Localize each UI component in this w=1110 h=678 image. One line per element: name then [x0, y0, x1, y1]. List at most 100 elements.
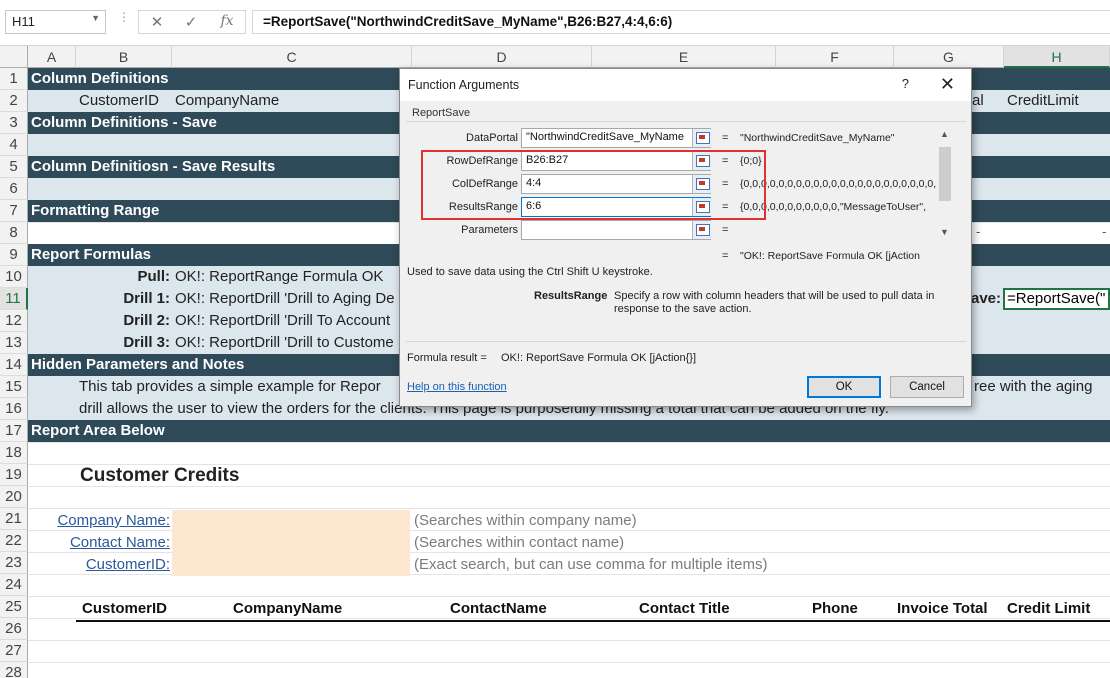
row-header[interactable]: 20	[0, 486, 28, 508]
formula-input[interactable]: =ReportSave("NorthwindCreditSave_MyName"…	[252, 10, 1110, 34]
overall-equals: =	[722, 250, 729, 262]
row-header[interactable]: 22	[0, 530, 28, 552]
cell-c13[interactable]: OK!: ReportDrill 'Drill to Custome	[175, 332, 394, 354]
row-header[interactable]: 15	[0, 376, 28, 398]
row-header[interactable]: 17	[0, 420, 28, 442]
arg-input-parameters[interactable]	[521, 220, 711, 240]
row-header[interactable]: 16	[0, 398, 28, 420]
row-header[interactable]: 7	[0, 200, 28, 222]
filter-hint-company: (Searches within company name)	[414, 512, 637, 529]
filter-hint-customerid: (Exact search, but can use comma for mul…	[414, 556, 768, 573]
row-header[interactable]: 10	[0, 266, 28, 288]
arg-result-coldefrange: {0,0,0,0,0,0,0,0,0,0,0,0,0,0,0,0,0,0,0,0…	[740, 178, 936, 190]
scrollbar-thumb[interactable]	[939, 147, 951, 201]
contact-name-input[interactable]	[172, 532, 410, 554]
cancel-button[interactable]: Cancel	[890, 376, 964, 398]
row-header[interactable]: 19	[0, 464, 28, 486]
dialog-separator	[406, 341, 966, 342]
row-header[interactable]: 25	[0, 596, 28, 618]
function-name: ReportSave	[412, 107, 471, 119]
arg-result-resultsrange: {0,0,0,0,0,0,0,0,0,0,0,"MessageToUser",	[740, 201, 927, 213]
name-box[interactable]: H11 ▼	[5, 10, 106, 34]
cell-b2[interactable]: CustomerID	[79, 90, 159, 112]
report-title: Customer Credits	[80, 465, 240, 486]
column-header-c[interactable]: C	[172, 46, 412, 68]
row-header[interactable]: 8	[0, 222, 28, 244]
row-header-selected[interactable]: 11	[0, 288, 28, 310]
help-icon[interactable]: ?	[902, 69, 909, 99]
active-cell-h11[interactable]: =ReportSave("	[1003, 288, 1110, 310]
column-header-h[interactable]: H	[1004, 46, 1110, 68]
row-header[interactable]: 21	[0, 508, 28, 530]
cancel-x-icon[interactable]: ✕	[145, 13, 169, 31]
row-header[interactable]: 14	[0, 354, 28, 376]
row-header[interactable]: 28	[0, 662, 28, 678]
cell-h8-dash: -	[1102, 224, 1107, 239]
collapse-range-icon[interactable]	[692, 129, 712, 147]
row-header[interactable]: 6	[0, 178, 28, 200]
select-all-corner[interactable]	[0, 46, 28, 68]
confirm-check-icon[interactable]: ✓	[179, 13, 203, 31]
column-header-e[interactable]: E	[592, 46, 776, 68]
note-line-1-tail[interactable]: ree with the aging	[974, 376, 1092, 398]
help-on-function-link[interactable]: Help on this function	[407, 381, 507, 393]
arg-label-parameters: Parameters	[461, 224, 518, 236]
report-header-credit-limit: Credit Limit	[1007, 600, 1091, 617]
report-header-phone: Phone	[812, 600, 858, 617]
collapse-range-icon[interactable]	[692, 221, 712, 239]
column-header-f[interactable]: F	[776, 46, 894, 68]
report-header-customerid: CustomerID	[82, 600, 168, 617]
cell-c12[interactable]: OK!: ReportDrill 'Drill To Account	[175, 310, 390, 332]
note-line-1[interactable]: This tab provides a simple example for R…	[79, 376, 381, 398]
cell-g2[interactable]: al	[972, 90, 984, 112]
arg-result-rowdefrange: {0;0}	[740, 155, 762, 167]
arguments-scrollbar[interactable]: ▲ ▼	[937, 127, 953, 239]
row-header[interactable]: 1	[0, 68, 28, 90]
row-header[interactable]: 4	[0, 134, 28, 156]
column-header-d[interactable]: D	[412, 46, 592, 68]
label-pull: Pull:	[137, 268, 171, 285]
label-save: ave:	[971, 290, 1002, 307]
filter-label-customerid[interactable]: CustomerID:	[28, 554, 170, 576]
cell-c2[interactable]: CompanyName	[175, 90, 279, 112]
cell-c11[interactable]: OK!: ReportDrill 'Drill to Aging De	[175, 288, 395, 310]
customer-id-input[interactable]	[172, 554, 410, 576]
cell-g8-dash: -	[976, 224, 981, 239]
close-icon[interactable]: ✕	[940, 69, 955, 99]
section-report-area: Report Area Below	[28, 420, 1110, 442]
row-header[interactable]: 13	[0, 332, 28, 354]
cell-h2[interactable]: CreditLimit	[1007, 90, 1079, 112]
cell-c10[interactable]: OK!: ReportRange Formula OK	[175, 266, 383, 288]
row-header[interactable]: 23	[0, 552, 28, 574]
row-header[interactable]: 9	[0, 244, 28, 266]
row-header[interactable]: 2	[0, 90, 28, 112]
label-drill-2: Drill 2:	[123, 312, 170, 329]
filter-label-contact[interactable]: Contact Name:	[28, 532, 170, 554]
row-header[interactable]: 26	[0, 618, 28, 640]
row-header[interactable]: 12	[0, 310, 28, 332]
report-header-contactname: ContactName	[450, 600, 547, 617]
arg-help-text-1: Specify a row with column headers that w…	[614, 290, 935, 302]
row-header[interactable]: 5	[0, 156, 28, 178]
column-header-g[interactable]: G	[894, 46, 1004, 68]
row-header[interactable]: 24	[0, 574, 28, 596]
ok-button[interactable]: OK	[807, 376, 881, 398]
dialog-title: Function Arguments	[400, 69, 971, 101]
scroll-down-icon[interactable]: ▼	[940, 227, 949, 237]
column-header-a[interactable]: A	[28, 46, 76, 68]
filter-label-company[interactable]: Company Name:	[28, 510, 170, 532]
label-drill-3: Drill 3:	[123, 334, 170, 351]
row-header[interactable]: 3	[0, 112, 28, 134]
report-header-contact-title: Contact Title	[639, 600, 730, 617]
drag-handle-icon[interactable]: ⋮	[118, 11, 130, 23]
column-header-b[interactable]: B	[76, 46, 172, 68]
arg-equals: =	[722, 132, 729, 144]
scroll-up-icon[interactable]: ▲	[940, 129, 949, 139]
arg-input-dataportal[interactable]: "NorthwindCreditSave_MyName	[521, 128, 711, 148]
insert-function-icon[interactable]: fx	[215, 13, 239, 31]
arg-label-dataportal: DataPortal	[466, 132, 518, 144]
row-header[interactable]: 18	[0, 442, 28, 464]
chevron-down-icon[interactable]: ▼	[91, 13, 100, 23]
row-header[interactable]: 27	[0, 640, 28, 662]
company-name-input[interactable]	[172, 510, 410, 532]
